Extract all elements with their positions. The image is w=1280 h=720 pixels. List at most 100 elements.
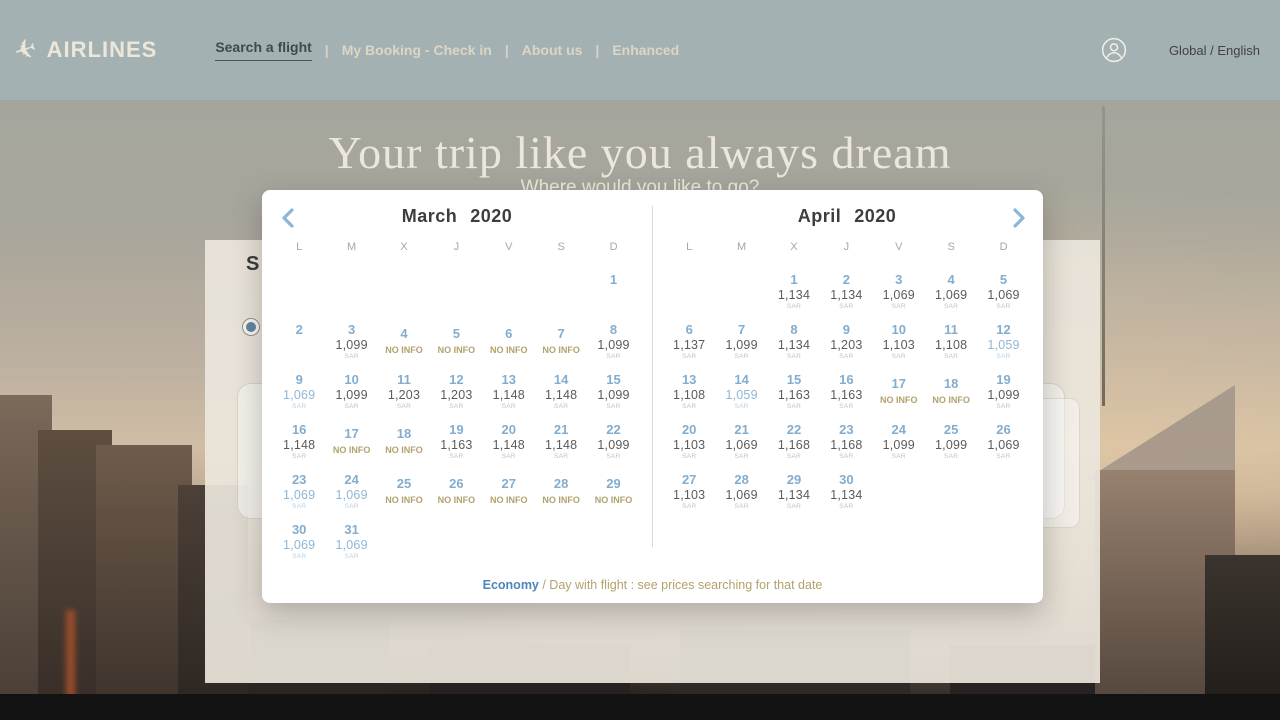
currency-label: SAR [839, 352, 854, 360]
day-march-15[interactable]: 15 1,099 SAR [587, 365, 639, 415]
day-april-16[interactable]: 16 1,163 SAR [820, 365, 872, 415]
day-april-15[interactable]: 15 1,163 SAR [768, 365, 820, 415]
day-april-11[interactable]: 11 1,108 SAR [925, 315, 977, 365]
weekday-label: M [737, 241, 747, 253]
empty-cell [430, 265, 482, 315]
currency-label: SAR [839, 302, 854, 310]
day-price: 1,108 [673, 388, 706, 403]
account-icon[interactable] [1101, 37, 1127, 63]
nav-item-search-a-flight[interactable]: Search a flight [215, 39, 312, 61]
day-price: 1,069 [283, 538, 316, 553]
day-march-21[interactable]: 21 1,148 SAR [535, 415, 587, 465]
day-april-2[interactable]: 2 1,134 SAR [820, 265, 872, 315]
no-info-label: NO INFO [490, 345, 528, 356]
nav-item-my-booking-check-in[interactable]: My Booking - Check in [342, 42, 492, 58]
day-march-14[interactable]: 14 1,148 SAR [535, 365, 587, 415]
empty-cell [483, 515, 535, 565]
day-april-14[interactable]: 14 1,059 SAR [715, 365, 767, 415]
day-april-8[interactable]: 8 1,134 SAR [768, 315, 820, 365]
day-april-10[interactable]: 10 1,103 SAR [873, 315, 925, 365]
day-march-6: 6 NO INFO [483, 319, 535, 365]
day-march-13[interactable]: 13 1,148 SAR [483, 365, 535, 415]
currency-label: SAR [344, 402, 359, 410]
day-april-7[interactable]: 7 1,099 SAR [715, 315, 767, 365]
day-price: 1,134 [777, 338, 811, 353]
month-title-march: March 2020 [262, 206, 652, 227]
day-march-11[interactable]: 11 1,203 SAR [378, 365, 430, 415]
day-april-23[interactable]: 23 1,168 SAR [820, 415, 872, 465]
day-march-24[interactable]: 24 1,069 SAR [325, 465, 377, 515]
currency-label: SAR [839, 452, 854, 460]
empty-cell [273, 265, 325, 315]
day-march-16[interactable]: 16 1,148 SAR [273, 415, 325, 465]
day-april-1[interactable]: 1 1,134 SAR [768, 265, 820, 315]
day-march-30[interactable]: 30 1,069 SAR [273, 515, 325, 565]
day-price: 1,163 [830, 388, 863, 403]
empty-cell [587, 515, 639, 565]
day-april-22[interactable]: 22 1,168 SAR [768, 415, 820, 465]
next-month-button[interactable] [1006, 206, 1030, 230]
no-info-label: NO INFO [385, 495, 423, 506]
day-april-5[interactable]: 5 1,069 SAR [977, 265, 1029, 315]
currency-label: SAR [734, 402, 749, 410]
nav-item-about-us[interactable]: About us [522, 42, 583, 58]
day-march-18: 18 NO INFO [378, 419, 430, 465]
day-march-7: 7 NO INFO [535, 319, 587, 365]
day-april-3[interactable]: 3 1,069 SAR [873, 265, 925, 315]
currency-label: SAR [292, 552, 307, 560]
day-march-23[interactable]: 23 1,069 SAR [273, 465, 325, 515]
day-april-19[interactable]: 19 1,099 SAR [977, 365, 1029, 415]
day-number: 5 [999, 272, 1008, 287]
day-number: 15 [786, 372, 802, 387]
day-price: 1,099 [597, 388, 630, 403]
currency-label: SAR [606, 402, 621, 410]
day-march-12[interactable]: 12 1,203 SAR [430, 365, 482, 415]
day-march-31[interactable]: 31 1,069 SAR [325, 515, 377, 565]
empty-cell [430, 515, 482, 565]
locale-selector[interactable]: Global / English [1169, 43, 1260, 58]
weekday-label: J [453, 241, 460, 253]
day-april-13[interactable]: 13 1,108 SAR [663, 365, 715, 415]
weekday-label: X [400, 241, 408, 253]
day-april-26[interactable]: 26 1,069 SAR [977, 415, 1029, 465]
chevron-right-icon [1013, 208, 1025, 228]
trip-type-radio[interactable] [242, 318, 260, 336]
day-march-9[interactable]: 9 1,069 SAR [273, 365, 325, 415]
day-price: 1,137 [673, 338, 706, 353]
day-april-29[interactable]: 29 1,134 SAR [768, 465, 820, 515]
day-march-8[interactable]: 8 1,099 SAR [587, 315, 639, 365]
day-april-25[interactable]: 25 1,099 SAR [925, 415, 977, 465]
day-april-4[interactable]: 4 1,069 SAR [925, 265, 977, 315]
weekday-label: X [790, 241, 798, 253]
currency-label: SAR [682, 452, 697, 460]
nav-item-enhanced[interactable]: Enhanced [612, 42, 679, 58]
day-april-12[interactable]: 12 1,059 SAR [977, 315, 1029, 365]
day-april-24[interactable]: 24 1,099 SAR [873, 415, 925, 465]
nav-separator: | [324, 42, 329, 58]
day-april-9[interactable]: 9 1,203 SAR [820, 315, 872, 365]
day-number: 16 [291, 422, 307, 437]
currency-label: SAR [734, 502, 749, 510]
day-april-30[interactable]: 30 1,134 SAR [820, 465, 872, 515]
day-price: 1,069 [283, 488, 316, 503]
day-april-6[interactable]: 6 1,137 SAR [663, 315, 715, 365]
day-march-20[interactable]: 20 1,148 SAR [483, 415, 535, 465]
main-nav: Search a flight | My Booking - Check in | Ab… [215, 39, 679, 61]
no-info-label: NO INFO [594, 495, 633, 506]
day-march-3[interactable]: 3 1,099 SAR [325, 315, 377, 365]
day-april-28[interactable]: 28 1,069 SAR [715, 465, 767, 515]
day-price: 1,069 [882, 288, 915, 303]
day-march-22[interactable]: 22 1,099 SAR [587, 415, 639, 465]
prev-month-button[interactable] [277, 206, 301, 230]
day-april-20[interactable]: 20 1,103 SAR [663, 415, 715, 465]
day-price: 1,203 [440, 388, 473, 403]
panel-heading: S [246, 253, 260, 275]
day-april-21[interactable]: 21 1,069 SAR [715, 415, 767, 465]
currency-label: SAR [344, 552, 359, 560]
day-april-27[interactable]: 27 1,103 SAR [663, 465, 715, 515]
brand-logo[interactable]: ✈ AIRLINES [10, 32, 157, 68]
day-march-10[interactable]: 10 1,099 SAR [325, 365, 377, 415]
day-price: 1,099 [935, 438, 968, 453]
day-march-19[interactable]: 19 1,163 SAR [430, 415, 482, 465]
day-number: 8 [609, 322, 618, 337]
